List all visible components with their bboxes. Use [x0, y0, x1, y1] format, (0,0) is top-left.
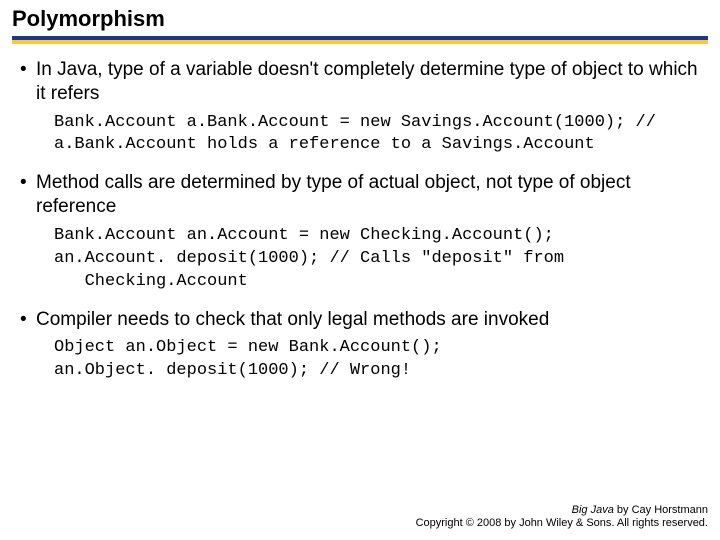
code-block: Bank.Account an.Account = new Checking.A…: [36, 225, 700, 294]
title-rule-blue: [12, 36, 708, 44]
list-item: Compiler needs to check that only legal …: [20, 308, 700, 384]
bullet-text: In Java, type of a variable doesn't comp…: [36, 59, 698, 104]
slide-body: In Java, type of a variable doesn't comp…: [0, 44, 720, 383]
title-block: Polymorphism: [0, 0, 720, 44]
footer-copyright: Copyright © 2008 by John Wiley & Sons. A…: [416, 517, 708, 530]
code-block: Bank.Account a.Bank.Account = new Saving…: [36, 112, 700, 158]
footer-line-1: Big Java by Cay Horstmann: [416, 504, 708, 517]
slide-title: Polymorphism: [12, 6, 708, 32]
bullet-list: In Java, type of a variable doesn't comp…: [20, 58, 700, 383]
bullet-text: Compiler needs to check that only legal …: [36, 309, 549, 330]
footer-author: by Cay Horstmann: [614, 504, 708, 516]
footer-book-title: Big Java: [572, 504, 614, 516]
code-block: Object an.Object = new Bank.Account(); a…: [36, 337, 700, 383]
list-item: In Java, type of a variable doesn't comp…: [20, 58, 700, 157]
bullet-text: Method calls are determined by type of a…: [36, 172, 631, 217]
list-item: Method calls are determined by type of a…: [20, 171, 700, 293]
footer: Big Java by Cay Horstmann Copyright © 20…: [416, 504, 708, 530]
